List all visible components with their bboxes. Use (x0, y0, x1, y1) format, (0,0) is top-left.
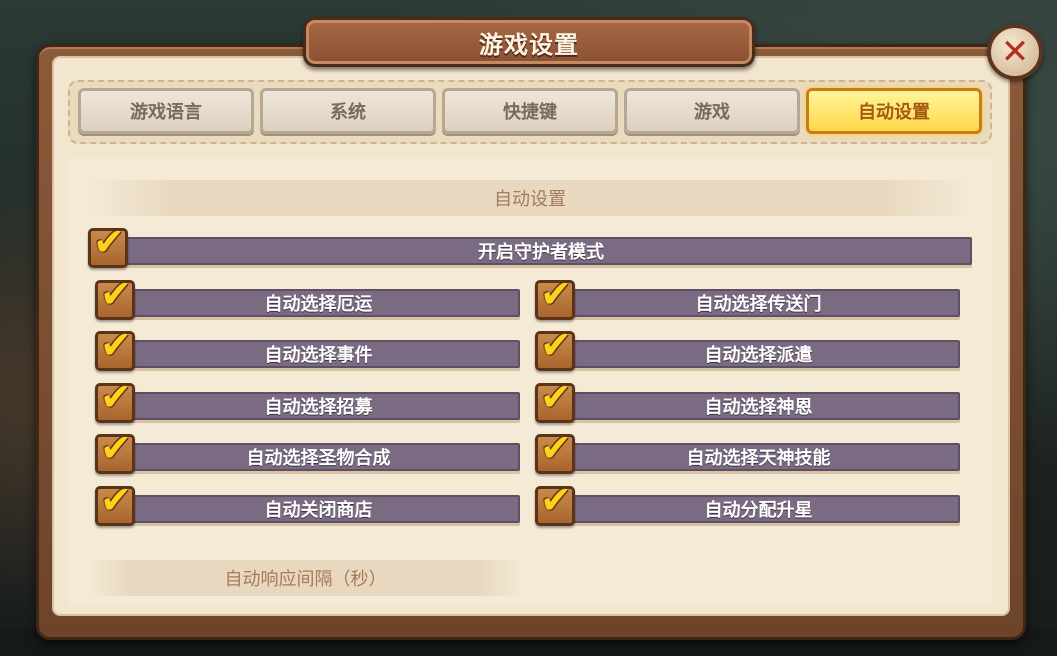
close-button[interactable]: ✕ (987, 24, 1043, 80)
checkbox[interactable]: ✔ (95, 326, 135, 371)
section-header-auto-settings: 自动设置 (88, 180, 972, 216)
checkmark-icon: ✔ (540, 478, 572, 522)
checkmark-icon: ✔ (93, 220, 125, 264)
tab-auto-settings[interactable]: 自动设置 (806, 88, 982, 134)
checkbox[interactable]: ✔ (95, 378, 135, 423)
checkmark-icon: ✔ (100, 375, 132, 419)
tab-game[interactable]: 游戏 (624, 88, 800, 134)
option-label: 自动选择事件 (117, 340, 520, 368)
option-auto-relic-synthesis[interactable]: ✔ 自动选择圣物合成 (95, 429, 520, 476)
close-icon: ✕ (1000, 32, 1030, 72)
checkmark-icon: ✔ (540, 323, 572, 367)
option-label: 自动选择传送门 (557, 289, 960, 317)
option-label: 自动选择派遣 (557, 340, 960, 368)
checkbox[interactable]: ✔ (535, 326, 575, 371)
checkmark-icon: ✔ (100, 478, 132, 522)
checkmark-icon: ✔ (100, 323, 132, 367)
checkmark-icon: ✔ (100, 426, 132, 470)
option-auto-dispatch[interactable]: ✔ 自动选择派遣 (535, 326, 960, 373)
option-label: 自动选择天神技能 (557, 443, 960, 471)
dialog-title-plate: 游戏设置 (303, 17, 755, 67)
section-header-response-interval: 自动响应间隔（秒） (88, 560, 523, 596)
checkmark-icon: ✔ (540, 375, 572, 419)
tab-game-language[interactable]: 游戏语言 (78, 88, 254, 134)
option-auto-close-shop[interactable]: ✔ 自动关闭商店 (95, 481, 520, 528)
option-auto-recruit[interactable]: ✔ 自动选择招募 (95, 378, 520, 425)
checkmark-icon: ✔ (100, 272, 132, 316)
option-label: 自动选择神恩 (557, 392, 960, 420)
option-auto-doom[interactable]: ✔ 自动选择厄运 (95, 275, 520, 322)
checkbox[interactable]: ✔ (535, 429, 575, 474)
option-auto-deity-skill[interactable]: ✔ 自动选择天神技能 (535, 429, 960, 476)
option-auto-assign-star-up[interactable]: ✔ 自动分配升星 (535, 481, 960, 528)
dialog-title: 游戏设置 (479, 30, 579, 59)
tab-system[interactable]: 系统 (260, 88, 436, 134)
option-label: 自动选择招募 (117, 392, 520, 420)
checkmark-icon: ✔ (540, 426, 572, 470)
option-label: 开启守护者模式 (110, 237, 972, 265)
option-label: 自动关闭商店 (117, 495, 520, 523)
checkbox[interactable]: ✔ (95, 429, 135, 474)
checkbox[interactable]: ✔ (88, 223, 128, 268)
tab-shortcuts[interactable]: 快捷键 (442, 88, 618, 134)
option-guardian-mode[interactable]: ✔ 开启守护者模式 (88, 223, 972, 270)
checkbox[interactable]: ✔ (535, 481, 575, 526)
option-auto-portal[interactable]: ✔ 自动选择传送门 (535, 275, 960, 322)
option-label: 自动分配升星 (557, 495, 960, 523)
checkmark-icon: ✔ (540, 272, 572, 316)
checkbox[interactable]: ✔ (535, 378, 575, 423)
checkbox[interactable]: ✔ (535, 275, 575, 320)
option-label: 自动选择圣物合成 (117, 443, 520, 471)
settings-content-panel (68, 158, 992, 606)
option-auto-event[interactable]: ✔ 自动选择事件 (95, 326, 520, 373)
checkbox[interactable]: ✔ (95, 481, 135, 526)
option-label: 自动选择厄运 (117, 289, 520, 317)
checkbox[interactable]: ✔ (95, 275, 135, 320)
option-auto-divine-grace[interactable]: ✔ 自动选择神恩 (535, 378, 960, 425)
